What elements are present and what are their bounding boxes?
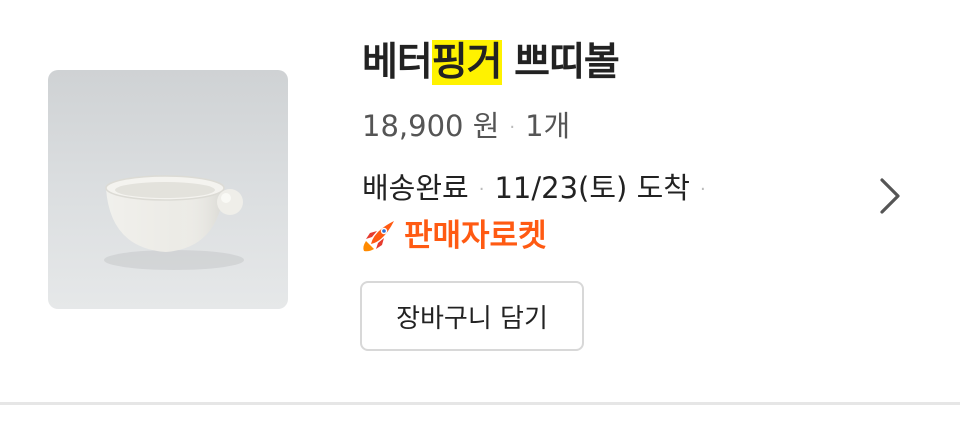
shipping-row: 배송완료 · 11/23(토) 도착 · xyxy=(362,168,716,210)
order-item-card[interactable]: 베터핑거 쁘띠볼 18,900 원 · 1개 배송완료 · 11/23(토) 도착 · 판… xyxy=(0,0,960,402)
product-title[interactable]: 베터핑거 쁘띠볼 xyxy=(362,38,620,88)
cup-image xyxy=(104,175,244,270)
product-image[interactable] xyxy=(48,70,288,309)
title-highlight: 핑거 xyxy=(431,40,503,85)
shipping-status: 배송완료 xyxy=(362,171,469,205)
quantity: 1개 xyxy=(525,109,571,143)
seller-rocket-badge: 판매자로켓 xyxy=(360,214,547,258)
rocket-icon xyxy=(363,221,394,252)
separator-dot: · xyxy=(699,179,706,200)
chevron-right-icon[interactable] xyxy=(872,174,908,218)
separator-dot: · xyxy=(478,179,485,200)
badge-label: 판매자로켓 xyxy=(404,218,547,254)
add-to-cart-button[interactable]: 장바구니 담기 xyxy=(360,281,584,351)
title-suffix: 쁘띠볼 xyxy=(501,40,620,85)
next-section xyxy=(0,405,960,431)
price: 18,900 원 xyxy=(362,109,500,143)
price-row: 18,900 원 · 1개 xyxy=(362,106,570,148)
separator-dot: · xyxy=(509,117,516,138)
title-prefix: 베터 xyxy=(362,40,433,85)
arrival-date: 11/23(토) 도착 xyxy=(494,171,690,205)
